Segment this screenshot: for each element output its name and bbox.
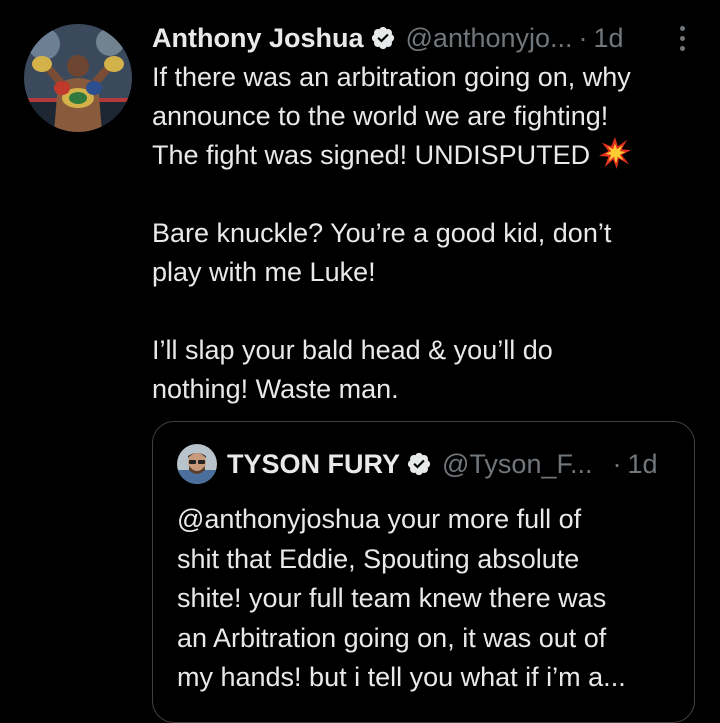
tweet-text: If there was an arbitration going on, wh… (152, 58, 692, 409)
quoted-tweet[interactable]: TYSON FURY @Tyson_F... · 1d @anthonyjosh… (152, 421, 695, 723)
tweet-timestamp[interactable]: 1d (594, 18, 624, 58)
quoted-author-name[interactable]: TYSON FURY (227, 444, 400, 484)
avatar-image (24, 24, 132, 132)
tweet[interactable]: Anthony Joshua @anthonyjo... · 1d If the… (0, 0, 720, 723)
tweet-line: nothing! Waste man. (152, 374, 399, 404)
tweet-line: The fight was signed! UNDISPUTED (152, 136, 692, 175)
quoted-tweet-line: shite! your full team knew there was (177, 583, 607, 613)
tweet-line: play with me Luke! (152, 257, 376, 287)
quoted-tweet-line: an Arbitration going on, it was out of (177, 622, 607, 653)
tweet-line: I’ll slap your bald head & you’ll do (152, 335, 553, 365)
header-separator: · (578, 23, 588, 53)
quoted-tweet-timestamp[interactable]: 1d (627, 444, 657, 484)
tweet-header: Anthony Joshua @anthonyjo... · 1d (152, 18, 692, 58)
verified-badge-icon (407, 452, 431, 476)
quoted-header-separator: · (612, 449, 622, 479)
quoted-author-avatar[interactable] (177, 444, 217, 484)
author-avatar[interactable] (24, 24, 132, 132)
author-name[interactable]: Anthony Joshua (152, 18, 364, 58)
quoted-tweet-text: @anthonyjoshua your more full of shit th… (177, 500, 677, 698)
tweet-line: Bare knuckle? You’re a good kid, don’t (152, 218, 612, 248)
tweet-line: announce to the world we are fighting! (152, 101, 609, 131)
quoted-tweet-line: shit that Eddie, Spouting absolute (177, 543, 580, 574)
tweet-line-text: The fight was signed! UNDISPUTED (152, 140, 591, 170)
more-vertical-icon[interactable] (676, 26, 688, 52)
author-handle[interactable]: @anthonyjo... (406, 18, 573, 58)
paragraph-break (152, 175, 692, 214)
tweet-line: If there was an arbitration going on, wh… (152, 62, 631, 92)
verified-badge-icon (371, 26, 394, 50)
quoted-tweet-line: @anthonyjoshua your more full of (177, 504, 582, 534)
paragraph-break (152, 292, 692, 331)
quoted-tweet-line: my hands! but i tell you what if i’m a..… (177, 662, 626, 692)
collision-emoji-icon (599, 136, 632, 170)
quoted-author-handle[interactable]: @Tyson_F... (442, 444, 592, 484)
quoted-tweet-header: TYSON FURY @Tyson_F... · 1d (177, 444, 677, 484)
quoted-avatar-image (177, 444, 217, 484)
